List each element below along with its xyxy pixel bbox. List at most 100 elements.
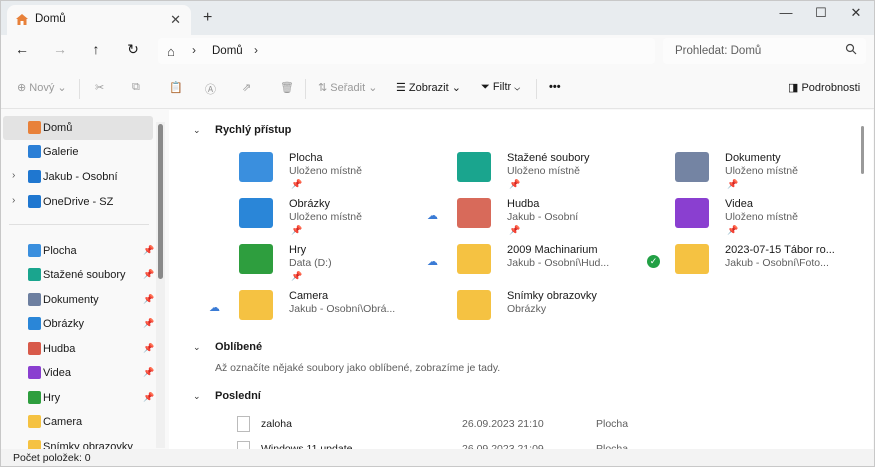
pin-icon[interactable]: 📌 [143,392,154,403]
recent-file-row[interactable]: zaloha 26.09.2023 21:10 Plocha [233,415,833,439]
sidebar-item-label: Domů [43,122,73,134]
view-button[interactable]: ☰ Zobrazit ⌄ [396,81,461,94]
quick-access-item[interactable]: 2023-07-15 Tábor ro... Jakub - Osobní\Fot… [647,242,855,286]
pin-icon[interactable]: 📌 [143,269,154,280]
filter-label: Filtr [492,81,512,93]
sidebar-item[interactable]: Plocha 📌 [3,239,154,263]
cloud-icon: ☁ [427,210,438,222]
chevron-right-icon[interactable]: › [12,195,15,206]
music-icon [28,342,41,355]
quick-access-item[interactable]: Snímky obrazovky Obrázky [437,288,637,332]
address-bar[interactable]: ⌂ › Domů › [158,38,655,64]
sidebar-item[interactable]: Domů [3,116,153,140]
sidebar-item[interactable]: Videa 📌 [3,361,154,385]
close-window-button[interactable]: ✕ [841,5,871,25]
pin-icon[interactable]: 📌 [143,343,154,354]
sort-button[interactable]: ⇅ Seřadit ⌄ [318,81,377,94]
pin-icon: 📌 [291,179,303,189]
item-location: Uloženo místně [725,211,798,223]
sidebar-item[interactable]: Hudba 📌 [3,337,154,361]
quick-access-item[interactable]: Camera Jakub - Osobní\Obrá... ☁ [209,288,419,332]
item-location: Jakub - Osobní\Foto... [725,257,829,269]
pin-icon[interactable]: 📌 [143,245,154,256]
cut-icon[interactable]: ✂ [95,81,104,94]
quick-access-item[interactable]: Hudba Jakub - Osobní 📌 ☁ [427,196,637,240]
sidebar-item-label: OneDrive - SZ [43,196,114,208]
file-location: Plocha [596,418,629,430]
onedrive-icon [28,170,41,183]
quick-access-item[interactable]: Dokumenty Uloženo místně 📌 [655,150,855,194]
delete-icon[interactable]: 🗑 [280,81,294,94]
games-icon [28,391,41,404]
recent-file-row[interactable]: Windows 11 update 26.09.2023 21:09 Plocha [233,440,833,449]
maximize-button[interactable]: ☐ [806,5,836,25]
search-input[interactable]: Prohledat: Domů [663,38,866,64]
sidebar-item[interactable]: Stažené soubory 📌 [3,263,154,287]
paste-icon[interactable]: 📋 [169,81,183,94]
pin-icon[interactable]: 📌 [143,294,154,305]
chevron-down-icon[interactable]: ⌄ [193,125,201,136]
pin-icon: 📌 [509,225,521,235]
chevron-right-icon[interactable]: › [12,170,15,181]
quick-access-item[interactable]: Plocha Uloženo místně 📌 [219,150,419,194]
sidebar-item-label: Camera [43,416,83,428]
main-scrollbar[interactable] [861,126,864,174]
sidebar-scroll-thumb[interactable] [158,124,163,279]
file-icon [237,441,250,449]
details-pane-icon: ◨ [788,82,799,94]
pin-icon: 📌 [509,179,521,189]
sidebar-item[interactable]: Hry 📌 [3,386,154,410]
quick-access-item[interactable]: 2009 Machinarium Jakub - Osobní\Hud... ☁ [427,242,637,286]
sidebar-item[interactable]: Snímky obrazovky [3,435,153,449]
section-quick-access[interactable]: Rychlý přístup [215,124,291,136]
item-name: Dokumenty [725,152,781,164]
folder-icon [457,152,491,182]
item-location: Jakub - Osobní [507,211,579,223]
copy-icon[interactable]: ⧉ [132,81,140,94]
chevron-down-icon[interactable]: ⌄ [193,342,201,353]
section-recent[interactable]: Poslední [215,390,261,402]
documents-icon [28,293,41,306]
folder-icon [239,152,273,182]
divider [305,79,306,99]
filter-button[interactable]: ⏷ Filtr ⌄ [481,81,520,94]
new-tab-button[interactable]: + [203,9,212,27]
quick-access-item[interactable]: Hry Data (D:) 📌 [219,242,419,286]
new-button[interactable]: ⊕ Nový ⌄ [17,81,67,94]
sidebar-item[interactable]: Obrázky 📌 [3,312,154,336]
details-button[interactable]: ◨ Podrobnosti [788,81,860,94]
close-tab-icon[interactable]: ✕ [170,12,181,28]
chevron-down-icon[interactable]: ⌄ [193,391,201,402]
search-icon [845,43,857,55]
folder-icon [457,244,491,274]
up-button[interactable]: ↑ [85,41,107,59]
section-favorites[interactable]: Oblíbené [215,341,262,353]
quick-access-item[interactable]: Stažené soubory Uloženo místně 📌 [437,150,637,194]
item-location: Obrázky [507,303,547,315]
sidebar-item[interactable]: › OneDrive - SZ [3,190,153,214]
chevron-right-icon[interactable]: › [254,43,258,57]
sidebar-item[interactable]: Galerie [3,140,153,164]
pin-icon[interactable]: 📌 [143,318,154,329]
back-button[interactable]: ← [11,41,33,59]
share-icon[interactable]: ⇗ [242,81,251,94]
navigation-pane: Domů Galerie › Jakub - Osobní › OneDrive - SZ… [1,110,167,449]
rename-icon[interactable]: Ⓐ [205,81,216,97]
more-options-button[interactable]: ••• [549,81,561,93]
pin-icon: 📌 [727,225,739,235]
sidebar-item[interactable]: › Jakub - Osobní [3,165,153,189]
command-bar: ⊕ Nový ⌄ ✂ ⧉ 📋 Ⓐ ⇗ 🗑 ⇅ Seřadit ⌄ ☰ Zobra… [1,69,874,109]
sidebar-divider [9,224,149,225]
quick-access-item[interactable]: Videa Uloženo místně 📌 [655,196,855,240]
forward-button[interactable]: → [49,41,71,59]
chevron-right-icon[interactable]: › [192,43,196,57]
sidebar-item[interactable]: Camera [3,410,153,434]
sidebar-item[interactable]: Dokumenty 📌 [3,288,154,312]
tab-home[interactable]: Domů ✕ [7,5,191,35]
refresh-button[interactable]: ↻ [122,41,144,59]
minimize-button[interactable]: — [771,5,801,25]
breadcrumb[interactable]: Domů [212,45,243,57]
quick-access-item[interactable]: Obrázky Uloženo místně 📌 [219,196,419,240]
pin-icon[interactable]: 📌 [143,367,154,378]
item-name: Plocha [289,152,323,164]
